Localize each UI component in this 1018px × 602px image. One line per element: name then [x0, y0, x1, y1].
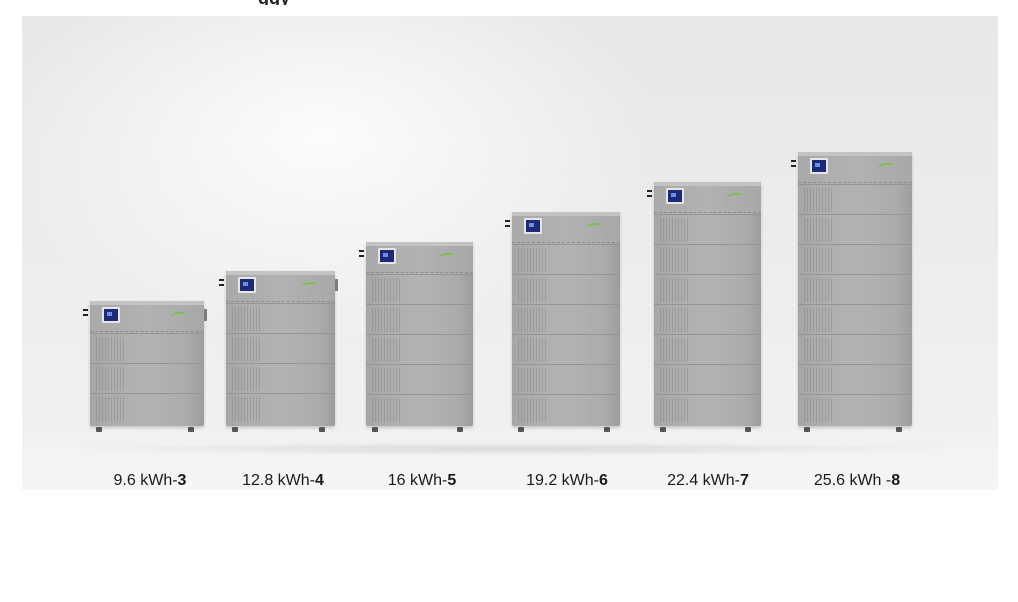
capacity-text: 19.2 kWh-	[526, 472, 599, 489]
cabinet-foot	[232, 427, 238, 432]
battery-module	[798, 184, 912, 215]
battery-module	[226, 393, 335, 427]
battery-module	[366, 334, 473, 365]
battery-module	[798, 394, 912, 427]
capacity-text: 22.4 kWh-	[667, 472, 740, 489]
display-screen-icon	[238, 277, 256, 293]
module-count: 5	[447, 472, 457, 489]
connector-icon	[647, 190, 652, 198]
battery-module	[512, 274, 620, 305]
battery-module	[654, 274, 761, 305]
display-screen-icon	[102, 307, 120, 323]
battery-module	[798, 244, 912, 275]
cabinet-foot	[745, 427, 751, 432]
battery-module	[654, 244, 761, 275]
battery-cabinet-6-modules	[505, 212, 620, 432]
connector-icon	[359, 250, 364, 258]
cabinet-top	[512, 212, 620, 216]
display-screen-icon	[666, 188, 684, 204]
page: ggy	[0, 0, 1018, 602]
capacity-label: 9.6 kWh-3	[90, 471, 210, 490]
battery-module	[226, 363, 335, 394]
display-screen-icon	[810, 158, 828, 174]
capacity-label: 12.8 kWh-4	[221, 471, 345, 490]
cabinet-foot	[660, 427, 666, 432]
cabinet-foot	[804, 427, 810, 432]
capacity-label: 19.2 kWh-6	[505, 471, 629, 490]
floor-shadow	[62, 442, 962, 456]
battery-module	[90, 363, 204, 394]
cabinet-foot	[518, 427, 524, 432]
cabinet-foot	[188, 427, 194, 432]
module-count: 3	[177, 472, 187, 489]
side-handle	[204, 309, 207, 321]
battery-module	[798, 304, 912, 335]
cabinet-top	[226, 271, 335, 275]
module-count: 4	[315, 472, 324, 489]
module-count: 6	[599, 472, 608, 489]
cabinet-top	[798, 152, 912, 156]
battery-module	[512, 364, 620, 395]
battery-module	[654, 214, 761, 245]
battery-module	[226, 303, 335, 334]
cabinet-foot	[372, 427, 378, 432]
battery-module	[512, 334, 620, 365]
battery-module	[798, 214, 912, 245]
cabinet-foot	[457, 427, 463, 432]
battery-module	[654, 364, 761, 395]
capacity-text: 16 kWh-	[387, 472, 448, 489]
battery-module	[798, 334, 912, 365]
connector-icon	[83, 309, 88, 317]
cabinet-foot	[896, 427, 902, 432]
battery-module	[226, 333, 335, 364]
battery-module	[654, 394, 761, 427]
connector-icon	[791, 160, 796, 168]
battery-cabinet-3-modules	[83, 301, 207, 432]
cabinet-top	[654, 182, 761, 186]
battery-cabinet-7-modules	[647, 182, 761, 432]
battery-module	[798, 274, 912, 305]
battery-module	[366, 304, 473, 335]
battery-module	[366, 364, 473, 395]
display-screen-icon	[378, 248, 396, 264]
display-screen-icon	[524, 218, 542, 234]
capacity-text: 25.6 kWh -	[813, 472, 892, 489]
battery-cabinet-5-modules	[359, 242, 473, 432]
connector-icon	[505, 220, 510, 228]
battery-module	[90, 333, 204, 364]
battery-module	[90, 393, 204, 427]
module-count: 8	[891, 472, 901, 489]
battery-cabinet-4-modules	[219, 271, 338, 432]
battery-module	[512, 244, 620, 275]
battery-module	[512, 394, 620, 427]
battery-module	[366, 394, 473, 427]
capacity-label: 22.4 kWh-7	[647, 471, 769, 490]
connector-icon	[219, 279, 224, 287]
cabinet-foot	[96, 427, 102, 432]
cabinet-foot	[604, 427, 610, 432]
battery-module	[654, 334, 761, 365]
cropped-heading-fragment: ggy	[258, 0, 328, 5]
battery-module	[798, 364, 912, 395]
cabinet-top	[366, 242, 473, 246]
cabinet-foot	[319, 427, 325, 432]
side-handle	[335, 279, 338, 291]
cabinet-top	[90, 301, 204, 305]
battery-cabinet-8-modules	[791, 152, 912, 432]
module-count: 7	[740, 472, 749, 489]
capacity-label: 16 kWh-5	[367, 471, 477, 490]
capacity-label: 25.6 kWh -8	[792, 471, 922, 490]
battery-module	[512, 304, 620, 335]
product-photo: 9.6 kWh-3 12.8 kWh-4 16 kWh-5 19.2 kWh-6…	[22, 16, 998, 490]
capacity-text: 9.6 kWh-	[113, 472, 178, 489]
battery-module	[366, 274, 473, 305]
capacity-text: 12.8 kWh-	[242, 472, 315, 489]
battery-module	[654, 304, 761, 335]
